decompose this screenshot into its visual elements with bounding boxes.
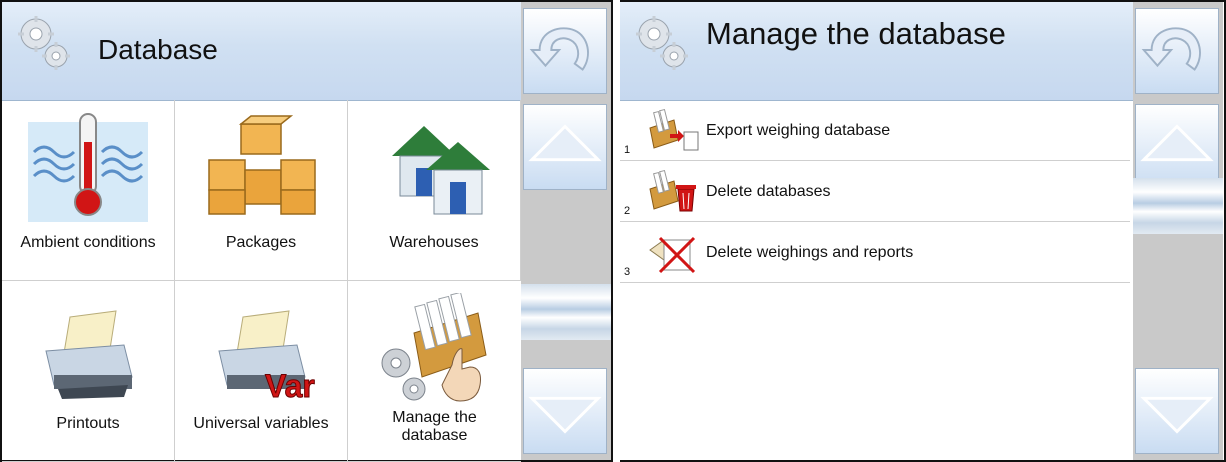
back-arrow-icon bbox=[1136, 9, 1218, 93]
back-arrow-icon bbox=[524, 9, 606, 93]
database-drawer-icon bbox=[381, 293, 487, 402]
boxes-icon bbox=[208, 115, 316, 215]
header: Database bbox=[2, 2, 521, 101]
export-database-icon bbox=[649, 108, 699, 151]
delete-reports-icon bbox=[649, 236, 696, 274]
menu-item-label: Printouts bbox=[56, 415, 120, 432]
thermometer-icon bbox=[28, 113, 148, 222]
database-panel: Database Ambient conditions Packages War… bbox=[0, 0, 613, 462]
menu-item-printouts[interactable]: Printouts bbox=[2, 281, 175, 462]
menu-item-label-line1: Manage the bbox=[392, 409, 477, 426]
menu-item-universal-variables[interactable]: Var Universal variables bbox=[175, 281, 348, 462]
list-item-delete-databases[interactable]: 2 Delete databases bbox=[620, 161, 1130, 222]
scroll-up-button[interactable] bbox=[523, 104, 607, 190]
scroll-down-icon bbox=[1136, 369, 1218, 453]
menu-item-ambient-conditions[interactable]: Ambient conditions bbox=[2, 100, 175, 281]
menu-item-label: Ambient conditions bbox=[20, 234, 156, 251]
item-number: 2 bbox=[624, 205, 631, 217]
scroll-down-icon bbox=[524, 369, 606, 453]
menu-item-manage-database[interactable]: Manage the database bbox=[348, 281, 521, 462]
menu-item-label-line2: database bbox=[401, 427, 468, 444]
panel-divider bbox=[613, 0, 620, 462]
list-item-label: Delete databases bbox=[706, 183, 831, 200]
menu-item-warehouses[interactable]: Warehouses bbox=[348, 100, 521, 281]
item-number: 3 bbox=[624, 266, 631, 278]
menu-item-label: Packages bbox=[225, 234, 297, 251]
back-button[interactable] bbox=[523, 8, 607, 94]
menu-item-label: Warehouses bbox=[389, 234, 479, 251]
scroll-down-button[interactable] bbox=[1135, 368, 1219, 454]
scrollbar[interactable] bbox=[521, 2, 611, 460]
printer-icon bbox=[45, 310, 133, 399]
menu-item-label: Universal variables bbox=[193, 415, 329, 432]
scroll-down-button[interactable] bbox=[523, 368, 607, 454]
list-item-label: Delete weighings and reports bbox=[706, 244, 914, 261]
page-title: Manage the database bbox=[706, 16, 1006, 51]
menu-item-packages[interactable]: Packages bbox=[175, 100, 348, 281]
list-item-label: Export weighing database bbox=[706, 122, 891, 139]
delete-database-icon bbox=[649, 169, 696, 212]
header: Manage the database bbox=[620, 2, 1133, 101]
menu-grid: Ambient conditions Packages Warehouses P… bbox=[2, 100, 521, 462]
page-title: Database bbox=[98, 34, 218, 65]
back-button[interactable] bbox=[1135, 8, 1219, 94]
gears-icon bbox=[632, 12, 692, 72]
scroll-up-icon bbox=[524, 105, 606, 189]
scroll-thumb[interactable] bbox=[1133, 178, 1223, 234]
scrollbar[interactable] bbox=[1133, 2, 1223, 460]
menu-item-label: Manage the database bbox=[348, 409, 521, 445]
printer-var-icon: Var bbox=[218, 310, 315, 403]
manage-database-panel: Manage the database 1 Export weighing da… bbox=[620, 0, 1226, 462]
var-badge: Var bbox=[265, 368, 315, 403]
list-item-export-weighing-database[interactable]: 1 Export weighing database bbox=[620, 100, 1130, 161]
warehouse-icon bbox=[392, 126, 490, 215]
scroll-thumb[interactable] bbox=[521, 284, 611, 340]
item-number: 1 bbox=[624, 144, 631, 156]
gears-icon bbox=[14, 12, 74, 72]
list-item-delete-weighings-reports[interactable]: 3 Delete weighings and reports bbox=[620, 222, 1130, 283]
scroll-up-icon bbox=[1136, 105, 1218, 189]
